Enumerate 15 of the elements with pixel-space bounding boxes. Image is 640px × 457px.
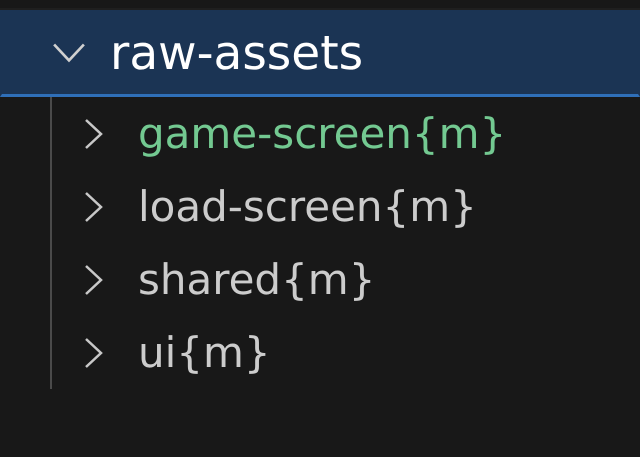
chevron-icon: [84, 336, 104, 368]
folder-name: shared{m}: [138, 255, 376, 304]
chevron-icon: [52, 42, 86, 64]
folder-row[interactable]: raw-assets: [0, 10, 640, 97]
folder-row[interactable]: load-screen{m}: [52, 170, 640, 243]
folder-name: load-screen{m}: [138, 182, 477, 231]
folder-name: game-screen{m}: [138, 109, 506, 158]
chevron-icon: [84, 190, 104, 222]
folder-row[interactable]: ui{m}: [52, 316, 640, 389]
folder-row[interactable]: game-screen{m}: [52, 97, 640, 170]
chevron-icon: [84, 264, 104, 296]
folder-name: ui{m}: [138, 328, 271, 377]
chevron-icon: [84, 118, 104, 150]
folder-name: raw-assets: [110, 26, 364, 80]
folder-row[interactable]: shared{m}: [52, 243, 640, 316]
